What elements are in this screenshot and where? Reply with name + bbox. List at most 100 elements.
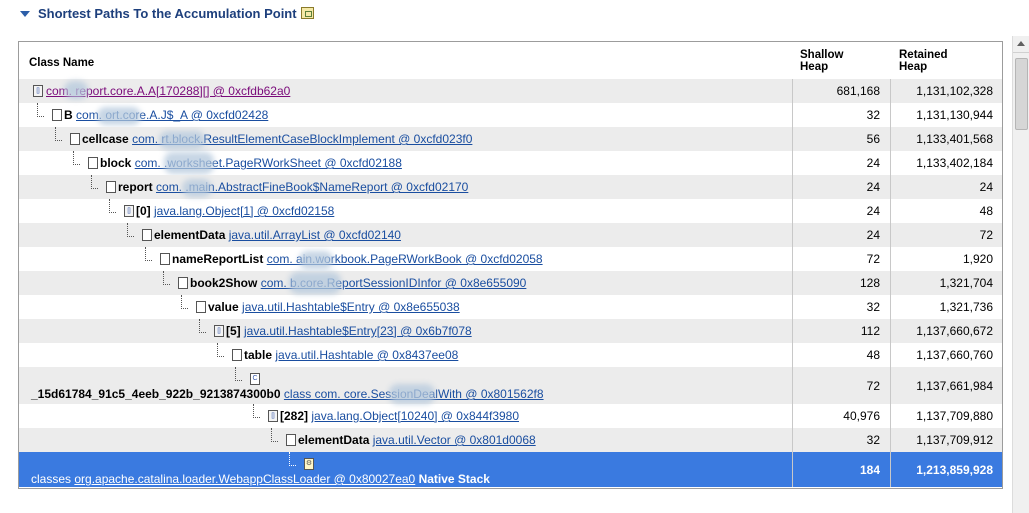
redaction-blur (182, 179, 212, 197)
tree-connector (235, 367, 242, 381)
row-label: book2Show com. b.core.ReportSessionIDInf… (190, 276, 526, 290)
class-name-cell: value java.util.Hashtable$Entry @ 0x8e65… (19, 295, 791, 319)
retained-heap-cell: 1,133,401,568 (890, 127, 1002, 151)
field-name: block (100, 156, 132, 170)
column-header-class-name[interactable]: Class Name (29, 57, 94, 69)
shallow-heap-cell: 128 (792, 271, 889, 295)
table-row[interactable]: [0] java.lang.Object[1] @ 0xcfd02158 24 … (19, 199, 1002, 223)
scroll-up-arrow-icon[interactable] (1013, 36, 1029, 53)
redaction-blur (299, 251, 333, 269)
object-link[interactable]: java.util.Hashtable @ 0x8437ee08 (275, 348, 458, 362)
tree-connector (55, 127, 62, 141)
row-label: value java.util.Hashtable$Entry @ 0x8e65… (208, 300, 460, 314)
column-header-retained-heap[interactable]: Retained Heap (899, 49, 959, 73)
array-object-icon (214, 325, 224, 337)
class-name-cell: B com. ort.core.A.J$_A @ 0xcfd02428 (19, 103, 791, 127)
shallow-heap-cell: 32 (792, 428, 889, 452)
shallow-heap-cell: 24 (792, 151, 889, 175)
paths-table: Class Name Shallow Heap Retained Heap co… (18, 41, 1003, 489)
object-link[interactable]: java.util.ArrayList @ 0xcfd02140 (229, 228, 401, 242)
table-row[interactable]: _15d61784_91c5_4eeb_922b_9213874300b0 cl… (19, 367, 1002, 404)
shallow-heap-cell: 40,976 (792, 404, 889, 428)
table-row[interactable]: cellcase com. rt.block.ResultElementCase… (19, 127, 1002, 151)
shallow-heap-cell: 24 (792, 199, 889, 223)
retained-heap-cell: 1,137,709,880 (890, 404, 1002, 428)
object-link[interactable]: java.util.Vector @ 0x801d0068 (373, 433, 536, 447)
table-row[interactable]: [282] java.lang.Object[10240] @ 0x844f39… (19, 404, 1002, 428)
row-label: B com. ort.core.A.J$_A @ 0xcfd02428 (64, 108, 268, 122)
table-row[interactable]: value java.util.Hashtable$Entry @ 0x8e65… (19, 295, 1002, 319)
shallow-heap-cell: 48 (792, 343, 889, 367)
table-row[interactable]: table java.util.Hashtable @ 0x8437ee08 4… (19, 343, 1002, 367)
table-row[interactable]: B com. ort.core.A.J$_A @ 0xcfd02428 32 1… (19, 103, 1002, 127)
tree-connector (253, 404, 260, 418)
table-row-selected[interactable]: classes org.apache.catalina.loader.Webap… (19, 452, 1002, 487)
object-icon (142, 229, 152, 241)
retained-heap-cell: 1,213,859,928 (890, 452, 1002, 487)
table-row[interactable]: com. report.core.A.A[170288][] @ 0xcfdb6… (19, 79, 1002, 103)
class-name-cell: com. report.core.A.A[170288][] @ 0xcfdb6… (19, 79, 791, 103)
class-name-cell: nameReportList com. ain.workbook.PageRWo… (19, 247, 791, 271)
redaction-blur (164, 152, 214, 174)
row-label: block com. .worksheet.PageRWorkSheet @ 0… (100, 156, 402, 170)
table-header: Class Name Shallow Heap Retained Heap (19, 42, 1002, 79)
table-row[interactable]: nameReportList com. ain.workbook.PageRWo… (19, 247, 1002, 271)
redaction-blur (97, 107, 141, 125)
object-icon (178, 277, 188, 289)
field-name: elementData (154, 228, 226, 242)
vertical-scrollbar[interactable] (1012, 36, 1029, 513)
export-icon[interactable] (300, 7, 314, 19)
class-name-cell: book2Show com. b.core.ReportSessionIDInf… (19, 271, 791, 295)
object-link[interactable]: java.lang.Object[1] @ 0xcfd02158 (154, 204, 334, 218)
collapse-triangle-icon[interactable] (20, 11, 30, 17)
table-row[interactable]: report com. .main.AbstractFineBook$NameR… (19, 175, 1002, 199)
tree-connector (163, 271, 170, 285)
tree-connector (73, 151, 80, 165)
row-label: elementData java.util.Vector @ 0x801d006… (298, 433, 536, 447)
tree-connector (145, 247, 152, 261)
field-name: book2Show (190, 276, 258, 290)
object-icon (70, 133, 80, 145)
retained-heap-cell: 72 (890, 223, 1002, 247)
object-link[interactable]: org.apache.catalina.loader.WebappClassLo… (74, 472, 415, 486)
class-name-cell: elementData java.util.Vector @ 0x801d006… (19, 428, 791, 452)
retained-heap-cell: 1,137,660,672 (890, 319, 1002, 343)
field-name: elementData (298, 433, 370, 447)
retained-heap-cell: 1,137,709,912 (890, 428, 1002, 452)
retained-heap-cell: 48 (890, 199, 1002, 223)
class-name-cell: [282] java.lang.Object[10240] @ 0x844f39… (19, 404, 791, 428)
retained-heap-cell: 1,131,130,944 (890, 103, 1002, 127)
retained-heap-cell: 1,131,102,328 (890, 79, 1002, 103)
field-name: nameReportList (172, 252, 264, 266)
row-label: [0] java.lang.Object[1] @ 0xcfd02158 (136, 204, 334, 218)
section-header: Shortest Paths To the Accumulation Point (20, 4, 314, 22)
redaction-blur (289, 272, 341, 294)
column-header-shallow-heap[interactable]: Shallow Heap (800, 49, 860, 73)
object-link[interactable]: java.util.Hashtable$Entry[23] @ 0x6b7f07… (244, 324, 472, 338)
class-name-cell: elementData java.util.ArrayList @ 0xcfd0… (19, 223, 791, 247)
table-row[interactable]: elementData java.util.ArrayList @ 0xcfd0… (19, 223, 1002, 247)
redaction-blur (64, 81, 88, 99)
shallow-heap-cell: 184 (792, 452, 889, 487)
gc-root-suffix: Native Stack (418, 472, 490, 486)
scrollbar-thumb[interactable] (1015, 58, 1028, 130)
object-link[interactable]: java.lang.Object[10240] @ 0x844f3980 (311, 409, 519, 423)
table-row[interactable]: [5] java.util.Hashtable$Entry[23] @ 0x6b… (19, 319, 1002, 343)
tree-connector (127, 223, 134, 237)
class-name-cell: cellcase com. rt.block.ResultElementCase… (19, 127, 791, 151)
object-icon (232, 349, 242, 361)
row-label: report com. .main.AbstractFineBook$NameR… (118, 180, 468, 194)
field-name: classes (31, 472, 72, 486)
retained-heap-cell: 1,133,402,184 (890, 151, 1002, 175)
object-link[interactable]: java.util.Hashtable$Entry @ 0x8e655038 (242, 300, 460, 314)
field-name: [5] (226, 324, 241, 338)
table-row[interactable]: book2Show com. b.core.ReportSessionIDInf… (19, 271, 1002, 295)
retained-heap-cell: 1,321,704 (890, 271, 1002, 295)
table-row[interactable]: elementData java.util.Vector @ 0x801d006… (19, 428, 1002, 452)
object-icon (196, 301, 206, 313)
table-row[interactable]: block com. .worksheet.PageRWorkSheet @ 0… (19, 151, 1002, 175)
field-name: [282] (280, 409, 309, 423)
row-label: cellcase com. rt.block.ResultElementCase… (82, 132, 472, 146)
tree-connector (91, 175, 98, 189)
class-name-cell: [0] java.lang.Object[1] @ 0xcfd02158 (19, 199, 791, 223)
